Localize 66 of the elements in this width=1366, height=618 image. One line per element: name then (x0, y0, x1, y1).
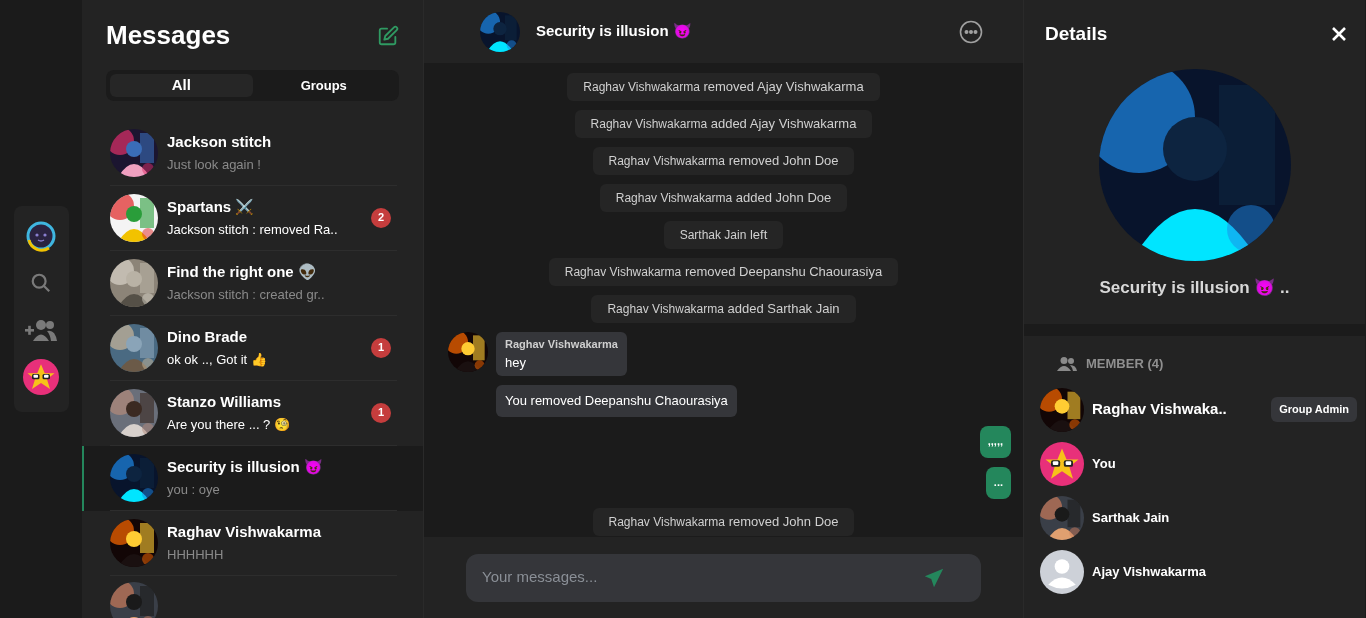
system-message: Sarthak Jain left (663, 221, 784, 249)
unread-badge: 2 (371, 207, 391, 228)
add-people-icon (24, 318, 58, 342)
tab[interactable]: Groups (252, 74, 395, 97)
user-avatar-icon (1040, 549, 1084, 594)
system-message: Raghav Vishwakarma removed Ajay Vishwakarma (567, 73, 880, 101)
system-message: Raghav Vishwakarma removed John Doe (592, 507, 855, 536)
member-name: Ajay Vishwakarma (1092, 562, 1206, 581)
chat-title: Security is illusion 😈 (536, 21, 692, 42)
close-button[interactable] (1331, 26, 1347, 43)
chat-list-item[interactable]: Jackson stitch Just look again ! (82, 120, 423, 186)
admin-badge: Group Admin (1271, 397, 1357, 422)
chat-name: Security is illusion 😈 (167, 456, 324, 477)
more-icon (959, 19, 983, 44)
member-name: Sarthak Jain (1092, 508, 1170, 527)
group-name: Security is illusion 😈 .. (1098, 276, 1291, 299)
details-title: Details (1045, 22, 1108, 46)
chat-preview: Are you there ... ? 🧐 (167, 416, 291, 434)
system-message: Raghav Vishwakarma removed John Doe (592, 147, 855, 175)
chat-preview: Just look again ! (167, 156, 262, 174)
chat-name: Find the right one 👽 (167, 261, 318, 282)
chat-preview: ok ok .., Got it 👍 (167, 351, 268, 369)
message-text: hey (505, 353, 527, 372)
chat-name: Spartans ⚔ (167, 196, 256, 217)
search-icon (30, 272, 52, 294)
logo-icon (25, 220, 57, 252)
chat-preview: you : oye (167, 481, 221, 499)
system-message: Raghav Vishwakarma added Sarthak Jain (591, 295, 856, 323)
more-options-button[interactable] (959, 19, 983, 44)
chat-preview: Jackson stitch : removed Ra.. (167, 221, 339, 239)
unread-badge: 1 (371, 402, 391, 423)
chat-list-item[interactable]: Stanzo Williams Are you there ... ? 🧐 1 (82, 380, 423, 446)
send-button[interactable] (923, 566, 945, 589)
members-heading: MEMBER (4) (1086, 355, 1164, 373)
chat-list-item[interactable]: Find the right one 👽 Jackson stitch : created gr.. (82, 250, 423, 316)
chat-name: Stanzo Williams (167, 391, 283, 412)
profile-button[interactable] (21, 357, 61, 397)
chat-name: Raghav Vishwakarma (167, 521, 322, 542)
unread-badge: 1 (371, 337, 391, 358)
chat-preview: Jackson stitch : created gr.. (167, 286, 326, 304)
system-message: Raghav Vishwakarma added Ajay Vishwakarma (574, 110, 873, 138)
system-message: Raghav Vishwakarma removed Deepanshu Chaourasiya (548, 258, 899, 286)
chat-list-item[interactable]: Dino Brade ok ok .., Got it 👍 1 (82, 315, 423, 381)
message-field[interactable]: Your messages... (466, 553, 981, 602)
sender-name: Raghav Vishwakarma (505, 337, 618, 352)
chat-list-item[interactable]: Raghav Vishwakarma HHHHHH (82, 510, 423, 576)
chat-list-item[interactable]: Security is illusion 😈 you : oye (82, 445, 423, 511)
sent-message-bubble: ... (985, 466, 1011, 499)
people-icon (1057, 355, 1077, 372)
message-bubble: You removed Deepanshu Chaourasiya (496, 385, 737, 417)
compose-button[interactable] (377, 24, 399, 47)
star-avatar-icon (23, 359, 59, 395)
member-name: You (1092, 454, 1116, 473)
sent-message-bubble: ,,,,, (979, 425, 1011, 458)
chat-name: Dino Brade (167, 326, 248, 347)
compose-icon (377, 24, 399, 47)
star-avatar-icon (1040, 441, 1084, 486)
send-icon (923, 566, 945, 589)
tab[interactable]: All (110, 74, 253, 97)
chat-name: Jackson stitch (167, 131, 273, 152)
chat-preview: HHHHHH (167, 546, 225, 564)
sidebar-title: Messages (106, 19, 231, 52)
chat-list-item[interactable]: Spartans ⚔ Jackson stitch : removed Ra.. 2 (82, 185, 423, 251)
system-message: Raghav Vishwakarma added John Doe (599, 184, 848, 212)
member-name: Raghav Vishwaka.. (1092, 399, 1227, 420)
close-icon (1331, 26, 1347, 43)
